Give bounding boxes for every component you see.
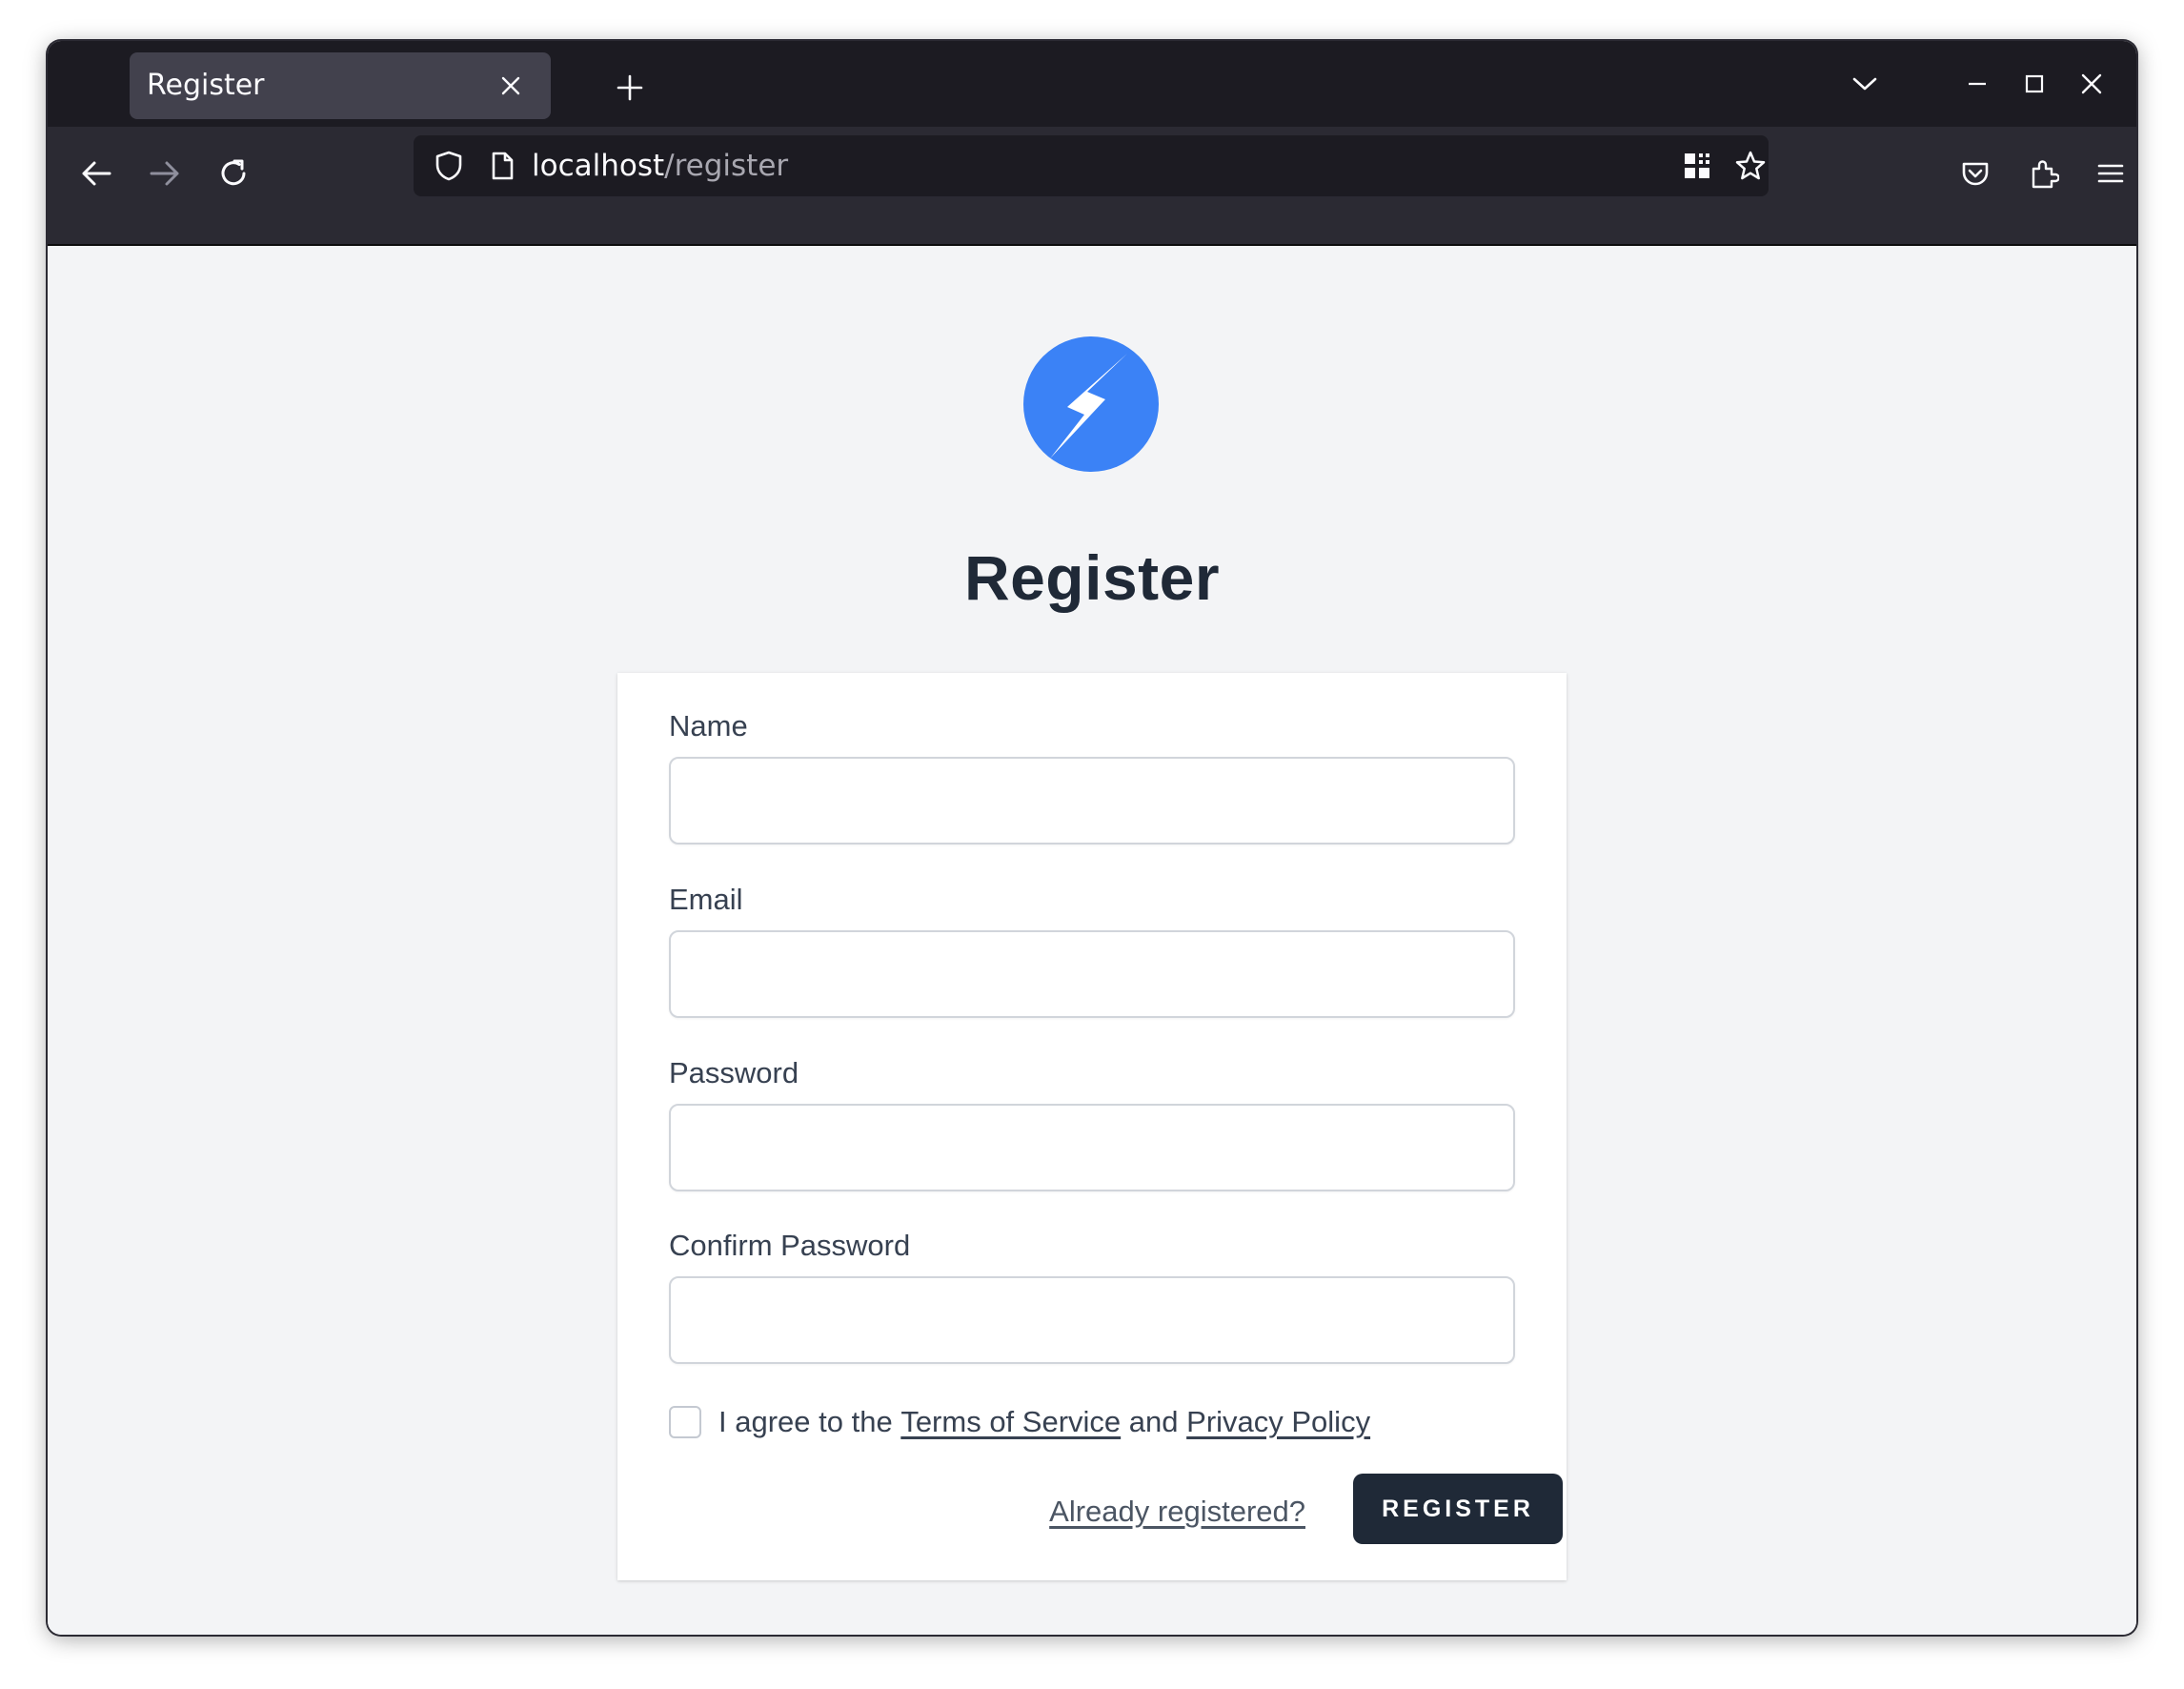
tracking-protection-button[interactable]: [425, 142, 473, 190]
minimize-button[interactable]: [1953, 62, 2001, 106]
pocket-button[interactable]: [1950, 148, 2001, 199]
plus-icon: [617, 74, 643, 101]
email-label: Email: [669, 883, 743, 916]
close-icon: [501, 76, 520, 95]
page-content: Register Name Email Password Confirm Pas…: [48, 246, 2136, 1635]
maximize-icon: [2025, 74, 2044, 93]
terms-agreement: I agree to the Terms of Service and Priv…: [669, 1403, 1370, 1441]
privacy-policy-link[interactable]: Privacy Policy: [1186, 1405, 1370, 1439]
url-path: /register: [664, 149, 789, 183]
register-button[interactable]: REGISTER: [1353, 1474, 1563, 1544]
reload-button[interactable]: [208, 148, 259, 199]
page-icon: [492, 152, 514, 180]
password-input[interactable]: [669, 1104, 1515, 1191]
star-icon: [1735, 151, 1766, 180]
reload-icon: [221, 159, 246, 186]
terms-of-service-link[interactable]: Terms of Service: [900, 1405, 1121, 1439]
tab-title: Register: [147, 69, 265, 102]
puzzle-icon: [2032, 160, 2059, 189]
browser-window: Register localhost/register Register Nam…: [48, 41, 2136, 1635]
chevron-down-icon: [1852, 77, 1877, 91]
extensions-button[interactable]: [2018, 148, 2070, 199]
new-tab-button[interactable]: [606, 64, 654, 112]
email-input[interactable]: [669, 930, 1515, 1018]
pocket-icon: [1962, 162, 1989, 186]
lightning-bolt-logo[interactable]: [1023, 336, 1159, 472]
page-title: Register: [963, 542, 1221, 613]
back-button[interactable]: [71, 148, 122, 199]
forward-button[interactable]: [139, 148, 191, 199]
site-info-button[interactable]: [478, 142, 526, 190]
hamburger-menu-icon: [2097, 164, 2124, 183]
list-all-tabs-button[interactable]: [1841, 62, 1889, 106]
navigation-toolbar: localhost/register: [48, 127, 2136, 246]
arrow-right-icon: [150, 161, 179, 186]
tab-strip: Register: [48, 41, 2136, 127]
tab-close-button[interactable]: [490, 65, 532, 107]
address-bar[interactable]: localhost/register: [414, 135, 1769, 196]
password-label: Password: [669, 1056, 799, 1089]
maximize-button[interactable]: [2011, 62, 2058, 106]
bookmark-button[interactable]: [1727, 142, 1774, 190]
close-icon: [2081, 73, 2102, 94]
application-menu-button[interactable]: [2085, 148, 2136, 199]
terms-conjunction-text: and: [1128, 1405, 1179, 1438]
tab-register[interactable]: Register: [130, 52, 551, 119]
terms-checkbox[interactable]: [669, 1406, 701, 1438]
confirm-password-label: Confirm Password: [669, 1229, 911, 1262]
shield-icon: [435, 151, 462, 181]
confirm-password-input[interactable]: [669, 1276, 1515, 1364]
register-form-card: Name Email Password Confirm Password I a…: [617, 673, 1567, 1580]
terms-prefix-text: I agree to the: [718, 1405, 893, 1438]
url-text[interactable]: localhost/register: [532, 135, 788, 196]
already-registered-link[interactable]: Already registered?: [1010, 1493, 1305, 1531]
minimize-icon: [1969, 82, 1986, 86]
name-label: Name: [669, 709, 748, 743]
name-input[interactable]: [669, 757, 1515, 844]
close-window-button[interactable]: [2068, 62, 2115, 106]
qr-code-icon: [1685, 153, 1709, 178]
qr-code-button[interactable]: [1673, 142, 1721, 190]
url-host: localhost: [532, 149, 665, 183]
arrow-left-icon: [82, 161, 111, 186]
